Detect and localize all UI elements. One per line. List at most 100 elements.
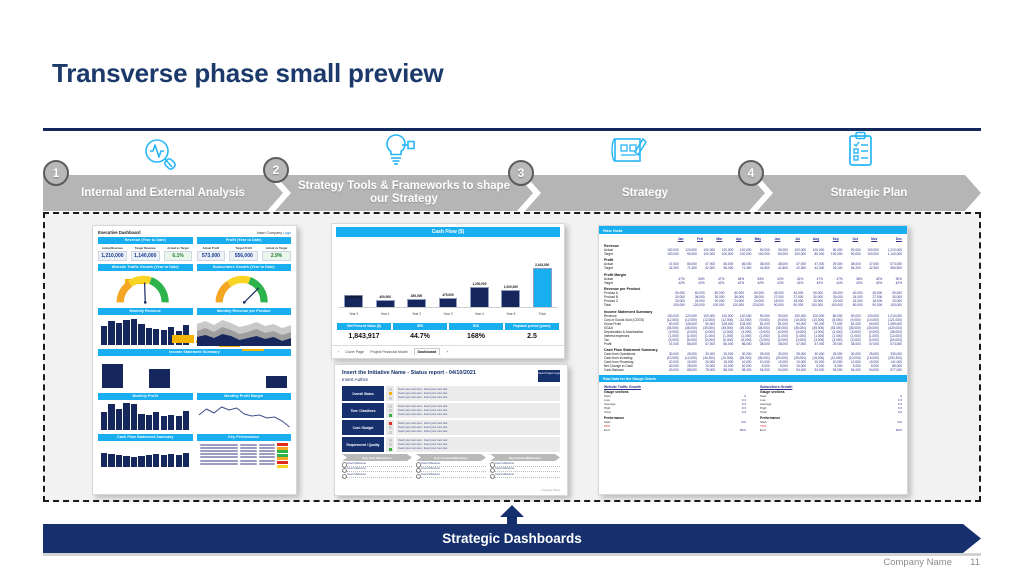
raw-data-cell: 29,000 bbox=[832, 341, 843, 346]
clipboard-checklist-icon bbox=[838, 130, 882, 170]
raw-data-row-label: Total bbox=[604, 303, 611, 307]
sheet-tab-cover-page[interactable]: Cover Page bbox=[345, 350, 364, 354]
raw-data-cell: 66,000 bbox=[687, 341, 697, 346]
process-step-1-number: 1 bbox=[43, 160, 69, 186]
kpi-label: Target Profit bbox=[235, 246, 252, 250]
gauge-performance-value: 90% bbox=[895, 428, 902, 432]
dashboard-logo-link[interactable]: Logo bbox=[283, 231, 291, 235]
panel-title-monthly-revenue: Monthly Revenue bbox=[98, 307, 193, 315]
status-bullet: Insert your own text - Insert your own t… bbox=[398, 405, 448, 409]
cash-flow-model-thumbnail[interactable]: Cash Flow ($) (1,000,000) 400,000 450,00… bbox=[331, 223, 565, 359]
raw-data-row-label: Profit bbox=[604, 341, 612, 346]
raw-data-cell: 90,000 bbox=[687, 251, 697, 256]
raw-data-cell: 42% bbox=[737, 280, 745, 285]
raw-data-cell: 94,000 bbox=[832, 368, 843, 372]
raw-data-canvas: Raw Data Jan Feb Mar Apr May Jun Jul Aug… bbox=[599, 226, 907, 494]
raw-data-cell: 42% bbox=[678, 280, 685, 285]
month-header: Nov bbox=[871, 237, 878, 241]
process-step-3-label: Strategy bbox=[621, 186, 669, 199]
raw-data-cell: 100,000 bbox=[739, 251, 752, 256]
raw-data-cell: 42% bbox=[836, 280, 843, 285]
cash-flow-category: Year 2 bbox=[412, 311, 422, 316]
gauge-performance-value: 90% bbox=[739, 428, 746, 432]
status-report-canvas: Insert the Initiative Name - Status repo… bbox=[335, 365, 567, 495]
raw-data-cell: 100,000 bbox=[721, 251, 734, 256]
raw-data-cell: 66,000 bbox=[723, 341, 734, 346]
sheet-nav-arrow-icon[interactable]: › bbox=[338, 350, 339, 354]
cash-flow-category: Year 0 bbox=[349, 311, 359, 316]
raw-data-cell: 41,800 bbox=[759, 266, 770, 270]
cash-flow-canvas: Cash Flow ($) (1,000,000) 400,000 450,00… bbox=[332, 224, 564, 358]
raw-data-cell: 42% bbox=[856, 280, 863, 285]
kpi-label: Actual vs Target bbox=[265, 246, 288, 250]
status-row-overall: Overall Status Insert your own text - In… bbox=[342, 386, 560, 401]
kpi-irr: IRR 44.7% bbox=[392, 321, 448, 345]
kpi-profit-vs-target: Actual vs Target 2.9% bbox=[262, 246, 291, 261]
raw-data-row-label: Cash Balance bbox=[604, 368, 624, 372]
raw-data-cell: 42% bbox=[796, 280, 804, 285]
bottom-banner: Strategic Dashboards bbox=[43, 524, 981, 553]
status-report-title: Insert the Initiative Name - Status repo… bbox=[342, 370, 476, 376]
dashboard-title: Executive Dashboard bbox=[98, 230, 141, 235]
raw-data-total-cell: 1,140,000 bbox=[887, 251, 902, 256]
status-lights bbox=[386, 386, 394, 401]
process-step-4-label: Strategic Plan bbox=[830, 186, 908, 199]
milestone-item: Insert Milestone bbox=[342, 472, 412, 479]
cash-flow-category: Year 1 bbox=[380, 311, 390, 316]
raw-data-cell: 94,000 bbox=[869, 368, 879, 372]
raw-data-row-label: Target bbox=[604, 251, 613, 256]
status-bullet: Insert your own text - Insert your own t… bbox=[398, 429, 448, 433]
sheet-tab-project-financial-model[interactable]: Project Financial Model bbox=[370, 350, 407, 354]
chart-cash-flow-summary bbox=[98, 441, 193, 467]
cash-flow-bar: 1,200,000 bbox=[464, 243, 495, 308]
raw-data-header: Raw Data bbox=[599, 226, 907, 234]
status-bullet: Insert your own text - Insert your own t… bbox=[398, 439, 448, 443]
raw-data-row: Target 100,000 90,000 100,000 100,000 100,000… bbox=[604, 252, 902, 256]
milestone-item: Insert Milestone bbox=[490, 472, 560, 479]
status-report-logo: Insert Project Logo bbox=[538, 370, 560, 382]
cash-flow-category: Year 4 bbox=[474, 311, 484, 316]
cash-flow-bar: 475,000 bbox=[432, 243, 463, 308]
process-step-3[interactable]: Strategy bbox=[525, 175, 765, 211]
raw-data-cell: 90,000 bbox=[850, 251, 861, 256]
raw-data-thumbnail[interactable]: Raw Data Jan Feb Mar Apr May Jun Jul Aug… bbox=[598, 225, 908, 495]
raw-data-total-cell: 577,000 bbox=[890, 368, 902, 372]
sheet-tab-dashboard[interactable]: Dashboard bbox=[413, 348, 441, 355]
kpi-roi-label: ROI bbox=[449, 322, 503, 330]
month-header: Jul bbox=[795, 237, 800, 241]
status-bullets: Insert your own text - Insert your own t… bbox=[396, 437, 560, 452]
slide-canvas: Transverse phase small preview Internal … bbox=[0, 0, 1024, 576]
raw-data-cell: 78,000 bbox=[705, 368, 716, 372]
raw-data-cell: 98,000 bbox=[741, 368, 752, 372]
raw-data-sections: Revenue Actual 100,000 120,000 100,000 120,00… bbox=[604, 244, 902, 373]
raw-data-row: Target 42% 42% 42% 42% 42% 42% 42% 42% 42% 42% 42% 4… bbox=[604, 281, 902, 285]
cash-flow-bar-value: 2,443,000 bbox=[535, 262, 550, 267]
gauge-data-blocks: Website Traffic Growth Gauge sections St… bbox=[599, 382, 907, 435]
dashboard-logo: Insert Company Logo bbox=[257, 231, 291, 235]
gauge-performance-label-cell: End bbox=[604, 428, 610, 432]
raw-data-cell: 42,300 bbox=[814, 266, 825, 270]
executive-dashboard-thumbnail[interactable]: Executive Dashboard Insert Company Logo … bbox=[92, 225, 297, 495]
status-report-thumbnail[interactable]: Insert the Initiative Name - Status repo… bbox=[334, 364, 568, 496]
gauge-block-title: Website Traffic Growth bbox=[604, 385, 641, 389]
status-lights bbox=[386, 403, 394, 418]
raw-data-cell: 120,000 bbox=[732, 303, 745, 307]
cash-flow-category: Year 3 bbox=[443, 311, 453, 316]
kpi-label: Target Revenue bbox=[134, 246, 156, 250]
process-step-4[interactable]: Strategic Plan bbox=[757, 175, 981, 211]
panel-title-profit-ytd: Profit (Year to Date) bbox=[196, 237, 291, 244]
raw-data-cell: 47,000 bbox=[668, 341, 679, 346]
process-step-2[interactable]: Strategy Tools & Frameworks to shape our… bbox=[275, 175, 533, 211]
cash-flow-bar-value: (1,000,000) bbox=[345, 294, 362, 299]
raw-data-cell: 94,000 bbox=[850, 368, 861, 372]
process-step-1[interactable]: Internal and External Analysis bbox=[43, 175, 283, 211]
raw-data-row-label: Target bbox=[604, 266, 613, 270]
kpi-revenue-vs-target: Actual vs Target 6.1% bbox=[163, 246, 193, 261]
gauge-section-value: 0.9 bbox=[897, 410, 902, 414]
page-title: Transverse phase small preview bbox=[52, 58, 444, 88]
kpi-npv-label: Net Present Value ($) bbox=[337, 322, 391, 330]
kpi-payback-label: Payback period (years) bbox=[505, 322, 559, 330]
sheet-tab-add[interactable]: + bbox=[446, 350, 448, 354]
lightbulb-plug-icon bbox=[375, 131, 419, 171]
raw-data-cell: 47,000 bbox=[869, 341, 879, 346]
